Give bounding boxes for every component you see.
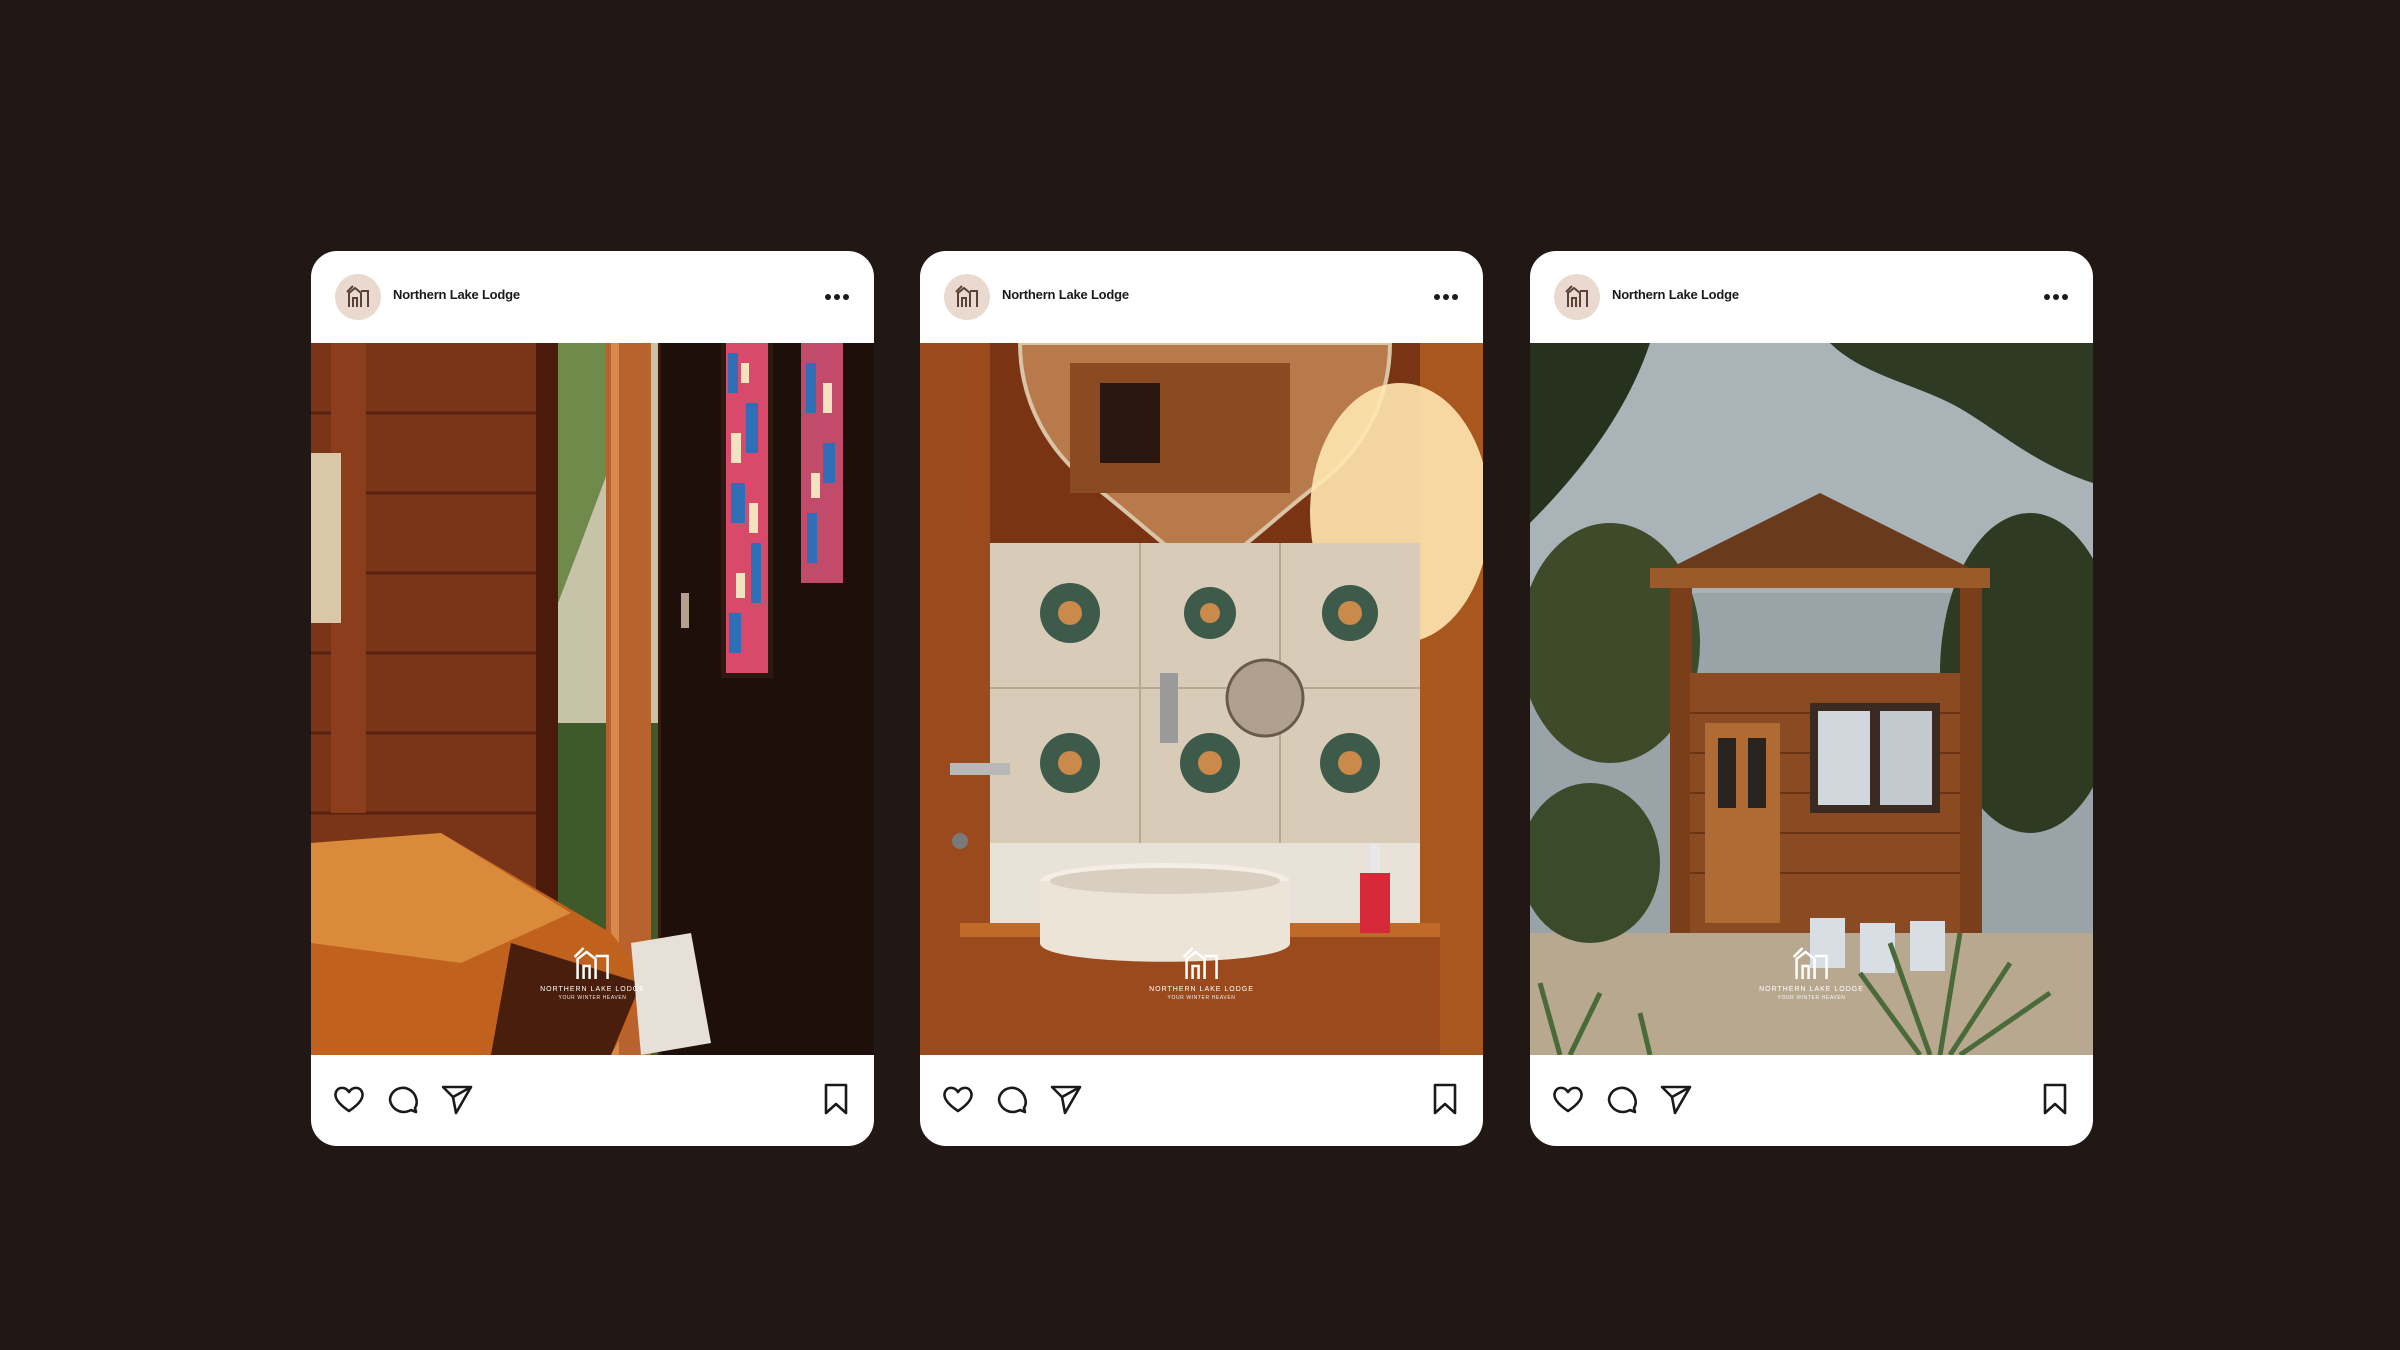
post-header: Northern Lake Lodge xyxy=(1530,251,2093,341)
post-header: Northern Lake Lodge xyxy=(920,251,1483,341)
more-options-icon[interactable] xyxy=(822,287,852,307)
brand-watermark: NORTHERN LAKE LODGE YOUR WINTER HEAVEN xyxy=(540,943,645,1001)
lodge-logo-icon xyxy=(955,285,978,307)
watermark-tagline: YOUR WINTER HEAVEN xyxy=(1167,995,1236,1001)
username[interactable]: Northern Lake Lodge xyxy=(393,287,520,302)
avatar[interactable] xyxy=(944,274,990,320)
lodge-logo-icon xyxy=(1565,285,1588,307)
post-actions xyxy=(311,1055,874,1146)
username[interactable]: Northern Lake Lodge xyxy=(1612,287,1739,302)
brand-watermark: NORTHERN LAKE LODGE YOUR WINTER HEAVEN xyxy=(1149,943,1254,1001)
lodge-logo-icon xyxy=(1792,947,1828,979)
post-card-2: Northern Lake Lodge NORTHERN LAKE LODGE … xyxy=(920,251,1483,1146)
post-actions xyxy=(1530,1055,2093,1146)
bookmark-icon[interactable] xyxy=(2037,1081,2073,1117)
post-card-1: Northern Lake Lodge NORTHERN LAKE LODGE … xyxy=(311,251,874,1146)
watermark-name: NORTHERN LAKE LODGE xyxy=(1149,986,1254,993)
send-icon[interactable] xyxy=(1048,1081,1084,1117)
watermark-name: NORTHERN LAKE LODGE xyxy=(540,986,645,993)
send-icon[interactable] xyxy=(439,1081,475,1117)
post-photo[interactable]: NORTHERN LAKE LODGE YOUR WINTER HEAVEN xyxy=(1530,343,2093,1055)
brand-watermark: NORTHERN LAKE LODGE YOUR WINTER HEAVEN xyxy=(1759,943,1864,1001)
more-options-icon[interactable] xyxy=(2041,287,2071,307)
watermark-tagline: YOUR WINTER HEAVEN xyxy=(1777,995,1846,1001)
comment-icon[interactable] xyxy=(385,1081,421,1117)
more-options-icon[interactable] xyxy=(1431,287,1461,307)
post-card-3: Northern Lake Lodge NORTHERN LAKE LODGE … xyxy=(1530,251,2093,1146)
watermark-tagline: YOUR WINTER HEAVEN xyxy=(558,995,627,1001)
bookmark-icon[interactable] xyxy=(1427,1081,1463,1117)
post-actions xyxy=(920,1055,1483,1146)
avatar[interactable] xyxy=(1554,274,1600,320)
username[interactable]: Northern Lake Lodge xyxy=(1002,287,1129,302)
watermark-name: NORTHERN LAKE LODGE xyxy=(1759,986,1864,993)
post-photo[interactable]: NORTHERN LAKE LODGE YOUR WINTER HEAVEN xyxy=(920,343,1483,1055)
comment-icon[interactable] xyxy=(1604,1081,1640,1117)
lodge-logo-icon xyxy=(573,947,609,979)
heart-icon[interactable] xyxy=(1550,1081,1586,1117)
heart-icon[interactable] xyxy=(940,1081,976,1117)
avatar[interactable] xyxy=(335,274,381,320)
heart-icon[interactable] xyxy=(331,1081,367,1117)
post-photo[interactable]: NORTHERN LAKE LODGE YOUR WINTER HEAVEN xyxy=(311,343,874,1055)
bookmark-icon[interactable] xyxy=(818,1081,854,1117)
lodge-logo-icon xyxy=(346,285,369,307)
comment-icon[interactable] xyxy=(994,1081,1030,1117)
lodge-logo-icon xyxy=(1182,947,1218,979)
post-header: Northern Lake Lodge xyxy=(311,251,874,341)
send-icon[interactable] xyxy=(1658,1081,1694,1117)
